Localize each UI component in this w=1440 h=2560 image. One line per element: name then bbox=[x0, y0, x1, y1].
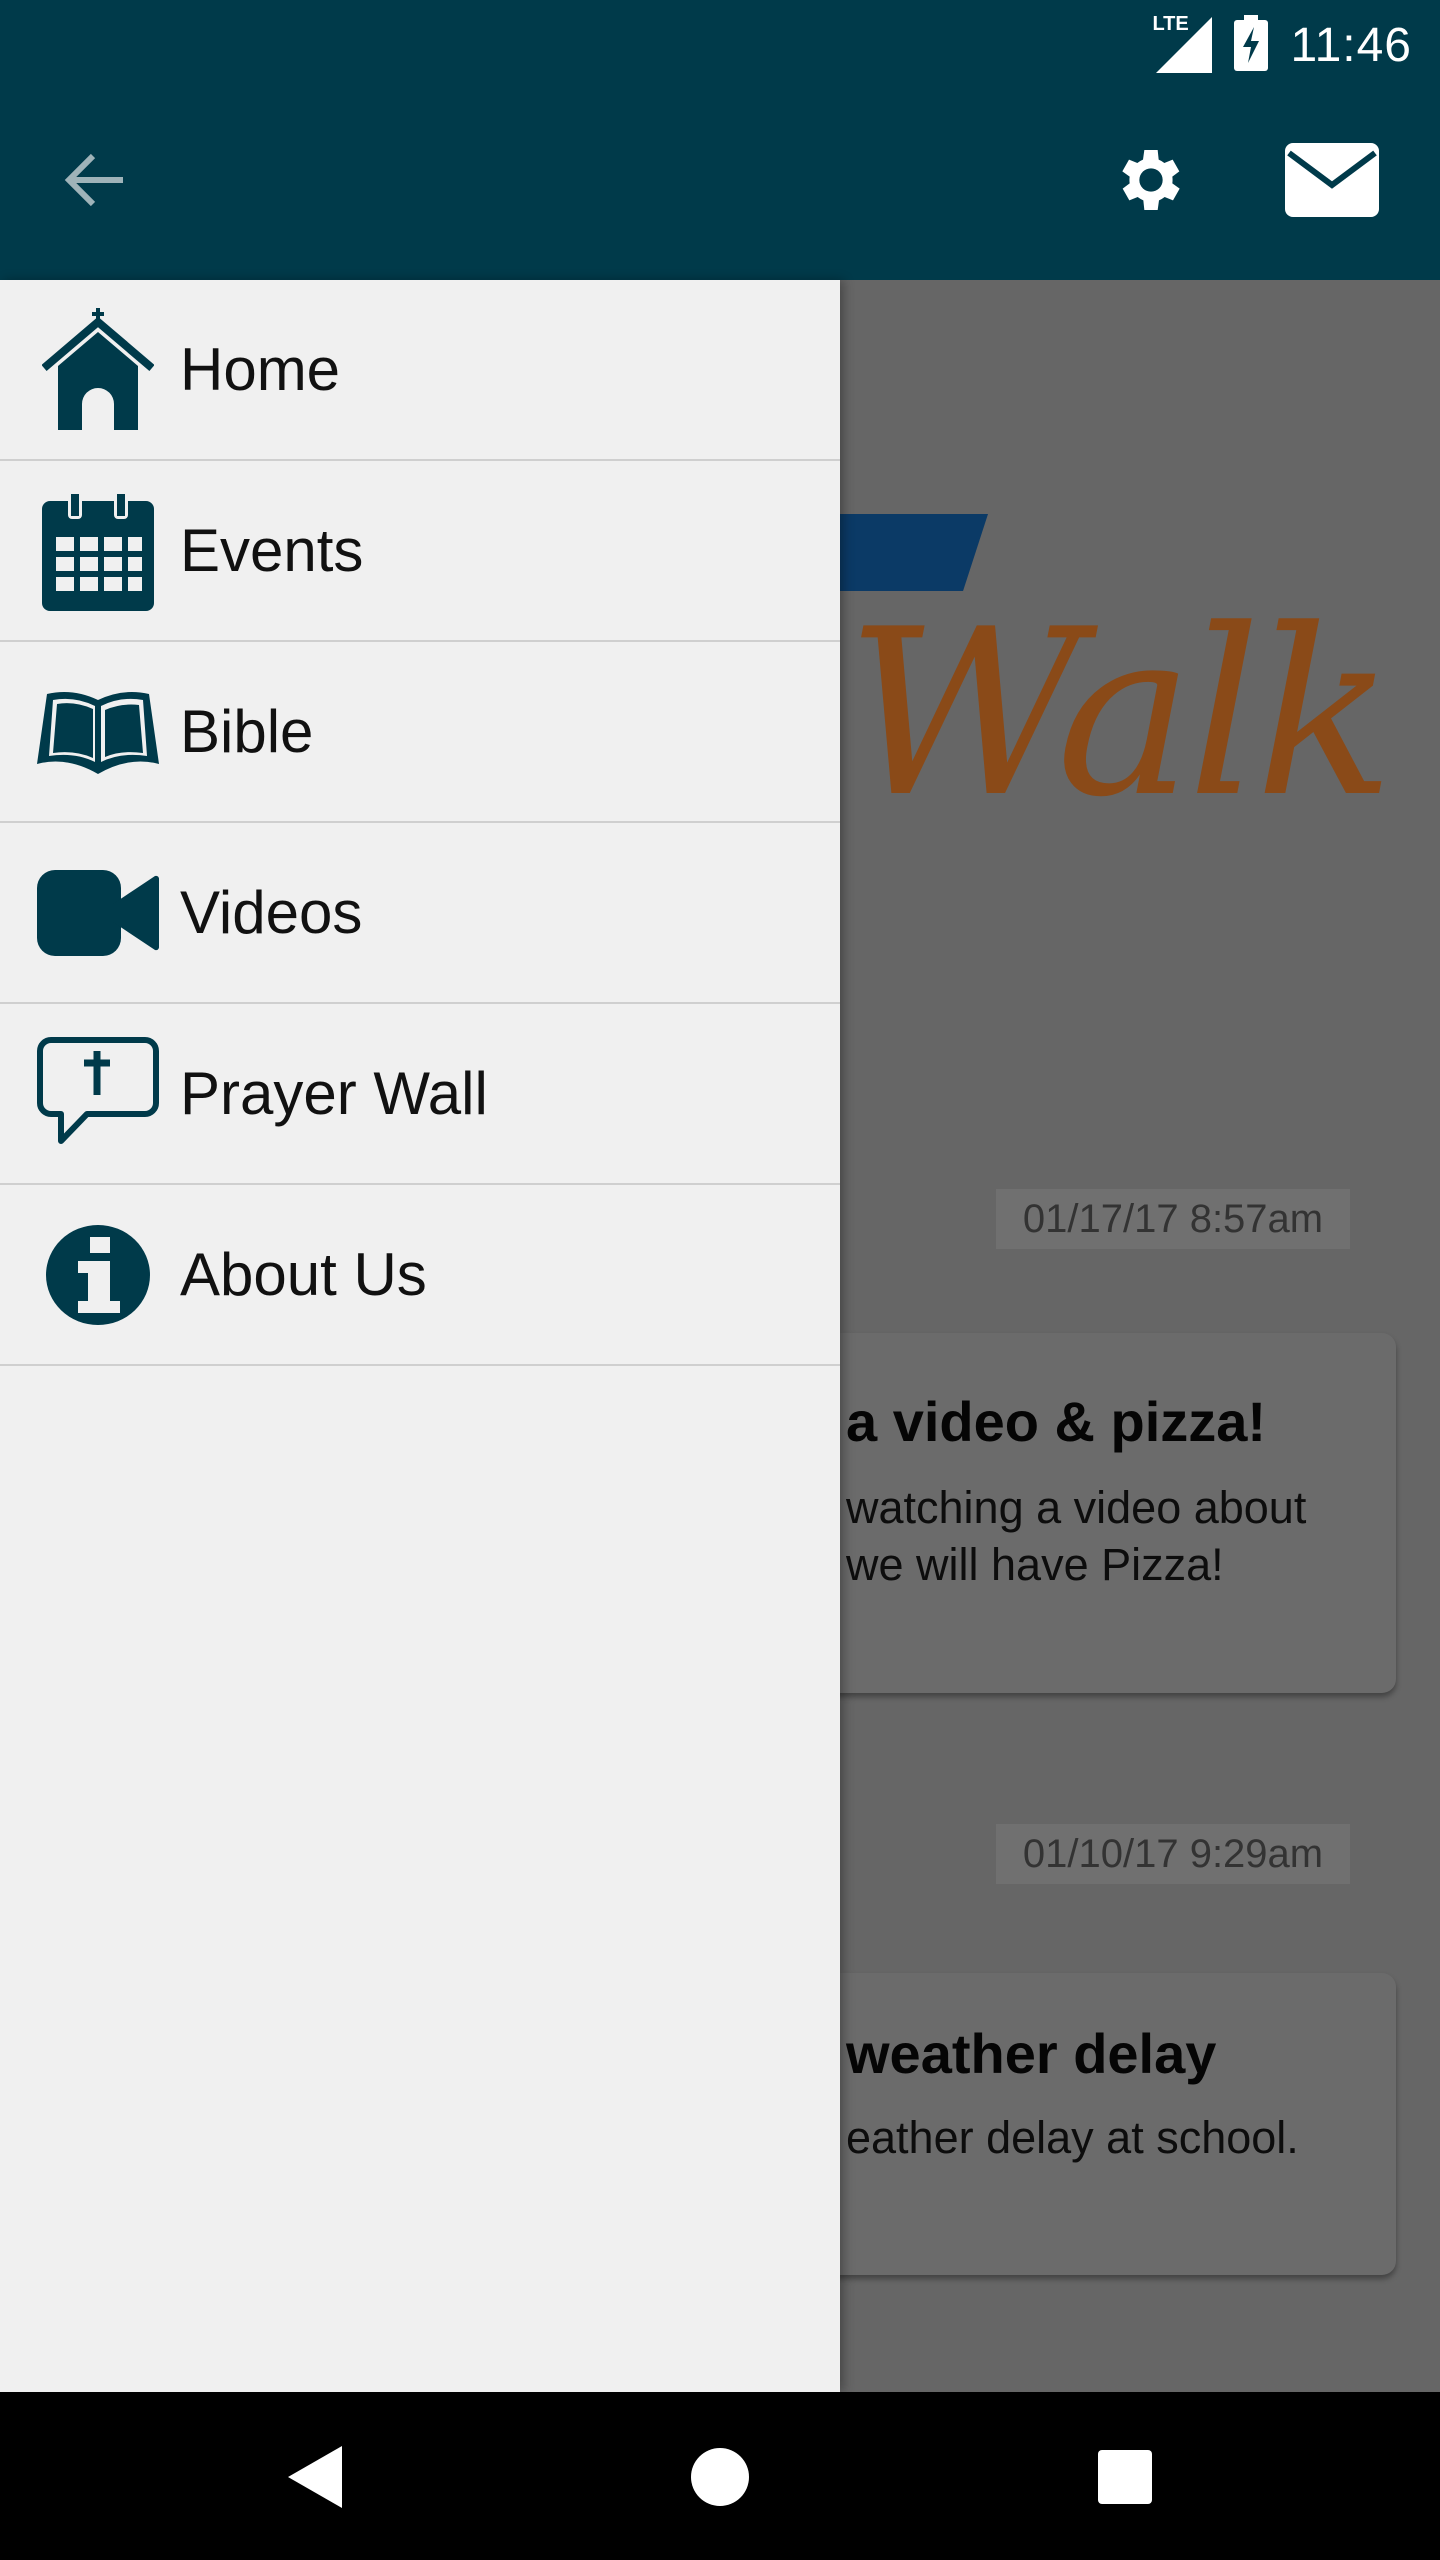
clock: 11:46 bbox=[1290, 18, 1412, 72]
recents-square-icon bbox=[1098, 2450, 1152, 2504]
lte-signal-icon: LTE bbox=[1152, 13, 1213, 73]
navigation-drawer: Home Events Bible Videos Prayer Wall Abo… bbox=[0, 280, 840, 2392]
envelope-icon bbox=[1285, 143, 1379, 217]
status-bar: LTE 11:46 bbox=[1152, 10, 1412, 80]
open-book-icon bbox=[0, 641, 180, 822]
logo: Walk bbox=[846, 581, 1394, 848]
drawer-item-events[interactable]: Events bbox=[0, 461, 840, 642]
settings-button[interactable] bbox=[1106, 135, 1196, 225]
drawer-item-prayer-wall[interactable]: Prayer Wall bbox=[0, 1004, 840, 1185]
info-icon bbox=[0, 1184, 180, 1365]
gear-icon bbox=[1122, 150, 1180, 210]
speech-bubble-cross-icon bbox=[0, 1003, 180, 1184]
arrow-left-icon bbox=[64, 153, 123, 207]
drawer-item-videos[interactable]: Videos bbox=[0, 823, 840, 1004]
nav-home-button[interactable] bbox=[675, 2432, 765, 2522]
video-camera-icon bbox=[0, 822, 180, 1003]
drawer-item-about-us[interactable]: About Us bbox=[0, 1185, 840, 1366]
back-button[interactable] bbox=[50, 135, 140, 225]
post-title: a video & pizza! bbox=[846, 1390, 1267, 1453]
church-icon bbox=[0, 279, 180, 460]
post-title: weather delay bbox=[846, 2022, 1217, 2085]
nav-back-button[interactable] bbox=[270, 2432, 360, 2522]
back-triangle-icon bbox=[288, 2446, 342, 2508]
post-body: watching a video about we will have Pizz… bbox=[846, 1482, 1307, 1590]
system-navigation-bar bbox=[0, 2392, 1440, 2560]
post-date: 01/10/17 9:29am bbox=[996, 1824, 1350, 1884]
app-bar: LTE 11:46 bbox=[0, 0, 1440, 280]
messages-button[interactable] bbox=[1280, 135, 1384, 225]
home-circle-icon bbox=[691, 2448, 749, 2506]
battery-charging-icon bbox=[1234, 14, 1269, 76]
drawer-item-bible[interactable]: Bible bbox=[0, 642, 840, 823]
post-date: 01/17/17 8:57am bbox=[996, 1189, 1350, 1249]
drawer-item-home[interactable]: Home bbox=[0, 280, 840, 461]
calendar-icon bbox=[0, 460, 180, 641]
nav-recents-button[interactable] bbox=[1080, 2432, 1170, 2522]
post-body: eather delay at school. bbox=[846, 2112, 1299, 2163]
